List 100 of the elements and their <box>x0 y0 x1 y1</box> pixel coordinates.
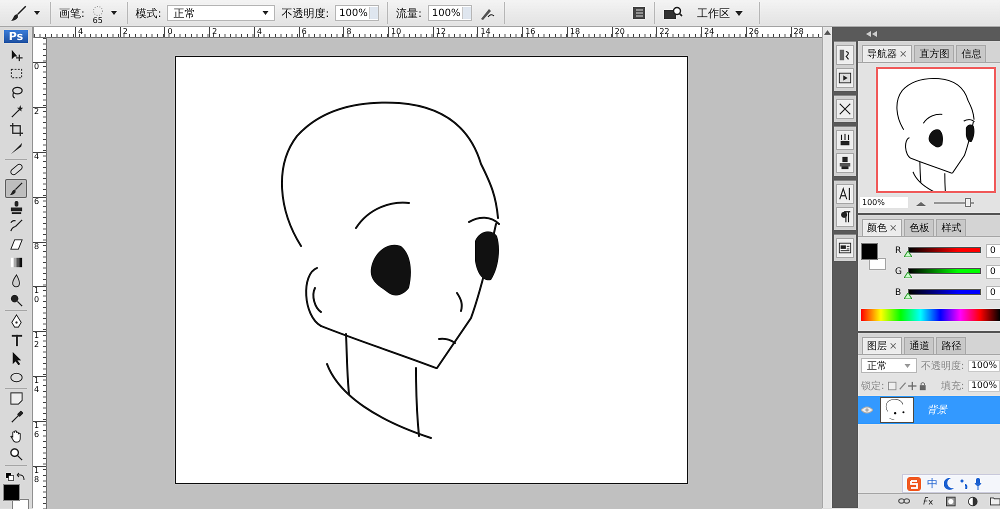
ruler-label: 16 <box>522 27 567 37</box>
ruler-label: 4 <box>33 152 40 162</box>
opacity-label: 不透明度: <box>281 6 330 20</box>
ruler-label: 16 <box>33 422 40 440</box>
panel-tab[interactable]: 信息 <box>956 45 986 62</box>
slider-thumb[interactable] <box>904 272 912 278</box>
panel-button[interactable] <box>836 130 854 150</box>
ruler-label: 10 <box>33 287 40 306</box>
caret-icon <box>262 11 270 15</box>
zoom-out-icon[interactable] <box>916 200 926 206</box>
stamp-icon <box>8 200 24 215</box>
collapse-icon[interactable] <box>866 31 878 37</box>
channel-label: R <box>895 246 902 256</box>
caret-icon[interactable] <box>110 11 117 15</box>
palette-well-icon[interactable] <box>632 6 646 20</box>
panel-button[interactable] <box>836 207 854 227</box>
punctuation-icon[interactable] <box>960 478 968 488</box>
background-color-swatch[interactable] <box>869 258 886 270</box>
character-icon <box>838 187 852 201</box>
ruler-label: 4 <box>75 27 120 37</box>
panel-tab[interactable]: 直方图 <box>914 45 954 62</box>
input-method-bar[interactable]: 中 <box>902 474 1000 493</box>
blend-mode-dropdown[interactable]: 正常 <box>861 358 917 373</box>
stamp-icon <box>838 156 852 170</box>
bridge-icon[interactable] <box>663 5 683 21</box>
eraser-icon <box>8 236 24 252</box>
caret-icon[interactable] <box>34 11 40 15</box>
mode-dropdown[interactable]: 正常 <box>167 5 276 21</box>
panel-button[interactable] <box>836 99 854 119</box>
panel-button[interactable] <box>836 153 854 173</box>
opacity-label: 不透明度: <box>920 360 964 372</box>
mode-label: 模式: <box>136 6 162 20</box>
ruler-label: 8 <box>33 242 40 252</box>
panel-button[interactable] <box>836 68 854 88</box>
caret-icon <box>735 10 743 16</box>
opacity-field[interactable]: 100% <box>968 360 1000 372</box>
slider-thumb[interactable] <box>904 250 912 256</box>
folder-icon[interactable] <box>990 496 1000 506</box>
foreground-color-swatch[interactable] <box>3 484 20 502</box>
flow-field[interactable]: 100% <box>428 5 472 21</box>
opacity-field[interactable]: 100% <box>335 5 380 21</box>
ruler-label: 18 <box>33 467 40 485</box>
ruler-label: 10 <box>388 27 433 37</box>
mask-icon[interactable] <box>946 496 956 506</box>
channel-value-field[interactable]: 0 <box>986 265 1000 279</box>
panel-tab[interactable]: 样式 <box>936 219 966 236</box>
ruler-label: 2 <box>33 108 40 117</box>
foreground-color-swatch[interactable] <box>861 243 878 260</box>
scroll-up-icon[interactable] <box>824 30 831 35</box>
fill-label: 填充: <box>940 380 964 393</box>
ruler-label: 14 <box>477 27 522 37</box>
layer-comps-icon <box>838 241 852 255</box>
lock-icons[interactable] <box>888 381 927 391</box>
pen-icon <box>8 314 24 330</box>
ime-mode-label[interactable]: 中 <box>927 476 938 491</box>
ruler-label: 0 <box>33 63 40 72</box>
paragraph-icon <box>838 210 852 224</box>
workspace-menu[interactable]: 工作区 <box>689 6 751 20</box>
hand-icon <box>8 428 24 444</box>
slider-thumb[interactable] <box>904 292 912 298</box>
channel-value-field[interactable]: 0 <box>986 244 1000 258</box>
crop-icon <box>8 122 24 138</box>
zoom-icon <box>8 447 24 462</box>
microphone-icon[interactable] <box>974 478 982 490</box>
panel-tab[interactable]: 图层 × <box>862 337 902 354</box>
ruler-label: 24 <box>701 27 746 37</box>
brush-icon[interactable] <box>10 4 28 22</box>
effects-icon[interactable] <box>922 496 934 506</box>
brush-icon <box>8 180 24 196</box>
app-logo[interactable]: Ps <box>4 30 28 43</box>
eyedropper-icon <box>8 410 24 426</box>
panel-tab[interactable]: 通道 <box>904 337 934 354</box>
eye-icon[interactable] <box>861 406 873 414</box>
fill-field[interactable]: 100% <box>968 380 1000 392</box>
scrollbar[interactable] <box>822 27 832 508</box>
zoom-slider-thumb[interactable] <box>965 198 971 206</box>
ruler-label: 14 <box>33 377 40 395</box>
link-icon[interactable] <box>898 497 910 505</box>
document-canvas[interactable] <box>175 56 688 484</box>
background-color-swatch[interactable] <box>12 499 29 509</box>
panel-tab[interactable]: 色板 <box>904 219 934 236</box>
panel-tab[interactable]: 导航器 × <box>862 45 912 62</box>
default-colors-icon[interactable] <box>5 472 27 482</box>
panel-button[interactable] <box>836 45 854 65</box>
brush-preset-picker[interactable]: 65 <box>90 2 105 24</box>
panel-button[interactable] <box>836 238 854 258</box>
moon-icon[interactable] <box>944 478 954 490</box>
caret-icon <box>904 364 911 368</box>
channel-value-field[interactable]: 0 <box>986 286 1000 300</box>
brush-tool[interactable] <box>5 179 27 198</box>
panel-tab[interactable]: 路径 <box>936 337 966 354</box>
panel-tab[interactable]: 颜色 × <box>862 219 902 236</box>
ruler-label: 26 <box>746 27 790 37</box>
ruler-label: 0 <box>164 27 210 37</box>
brush-label: 画笔: <box>59 6 85 20</box>
note-icon <box>8 391 24 406</box>
color-spectrum-bar[interactable] <box>861 309 1000 321</box>
adjustment-icon[interactable] <box>968 496 978 506</box>
panel-button[interactable] <box>836 184 854 204</box>
zoom-field[interactable]: 100% <box>860 197 908 208</box>
